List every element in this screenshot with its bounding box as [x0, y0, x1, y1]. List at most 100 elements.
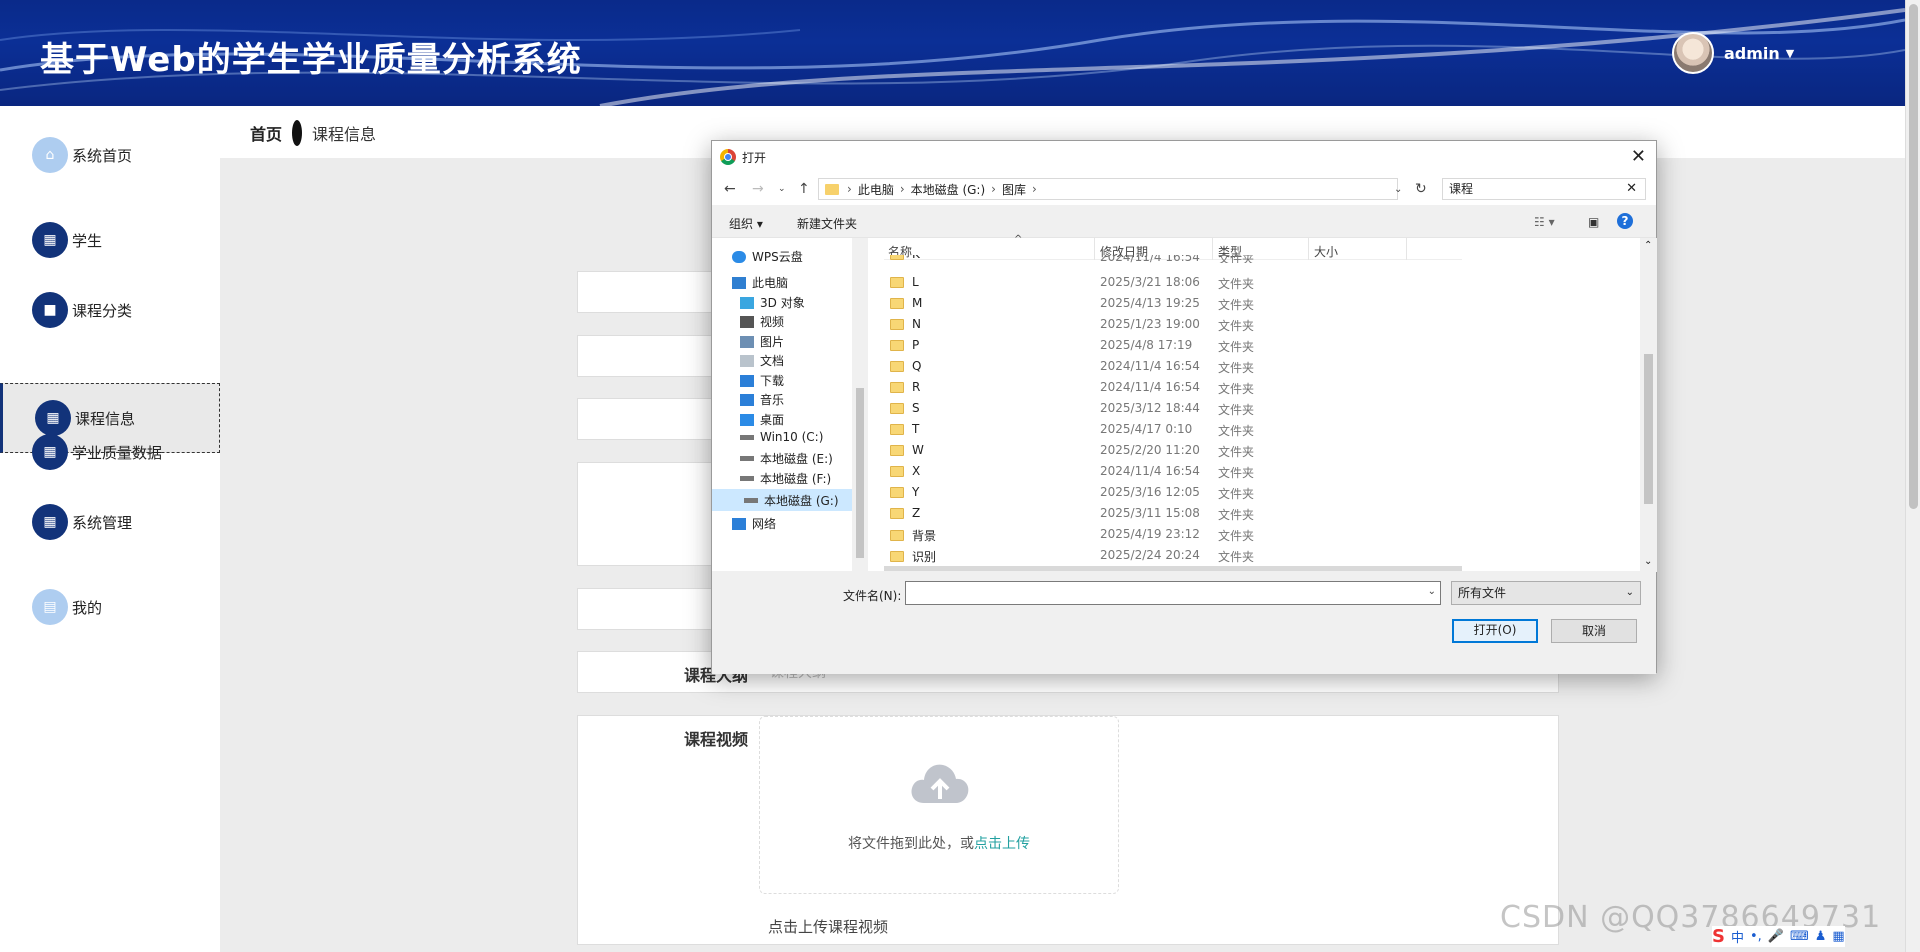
- file-date: 2025/2/20 11:20: [1100, 443, 1200, 457]
- nav-pane-item[interactable]: Win10 (C:): [740, 430, 823, 444]
- nav-pane-item[interactable]: 图片: [740, 333, 784, 350]
- breadcrumb-home[interactable]: 首页: [250, 121, 282, 145]
- file-row[interactable]: K 2024/11/4 16:54 文件夹: [884, 255, 1462, 263]
- new-folder-button[interactable]: 新建文件夹: [797, 215, 857, 232]
- ime-language[interactable]: 中: [1731, 927, 1744, 946]
- file-row[interactable]: 背景 2025/4/19 23:12 文件夹: [884, 524, 1462, 545]
- sidebar-item-quality-data[interactable]: ▦ 学业质量数据: [0, 417, 220, 487]
- ime-toolbar[interactable]: S 中 •, 🎤 ⌨ ♟ ▦: [1712, 926, 1845, 947]
- address-bar[interactable]: › 此电脑 › 本地磁盘 (G:) › 图库 ›: [818, 178, 1398, 200]
- username: admin: [1724, 43, 1780, 63]
- organize-button[interactable]: 组织 ▾: [729, 215, 763, 232]
- upload-link[interactable]: 点击上传: [974, 836, 1030, 852]
- course-video-row: 课程视频 将文件拖到此处，或点击上传 点击上传课程视频: [577, 715, 1559, 945]
- file-name: 背景: [890, 527, 936, 544]
- microphone-icon[interactable]: 🎤: [1768, 929, 1784, 944]
- file-type: 文件夹: [1218, 403, 1255, 417]
- clear-search-icon[interactable]: ✕: [1626, 179, 1637, 199]
- path-segment[interactable]: 本地磁盘 (G:): [911, 181, 986, 198]
- file-row[interactable]: Q 2024/11/4 16:54 文件夹: [884, 356, 1462, 377]
- folder-icon: [890, 297, 904, 309]
- refresh-icon[interactable]: ↻: [1415, 181, 1427, 197]
- path-segment[interactable]: 图库: [1002, 181, 1026, 198]
- file-row[interactable]: Y 2025/3/16 12:05 文件夹: [884, 482, 1462, 503]
- path-separator: ›: [1032, 182, 1037, 196]
- file-type: 文件夹: [1218, 466, 1255, 480]
- open-button[interactable]: 打开(O): [1452, 619, 1538, 643]
- view-options-icon[interactable]: ☷ ▾: [1534, 215, 1555, 229]
- close-icon[interactable]: ✕: [1631, 146, 1646, 167]
- file-type: 文件夹: [1218, 550, 1255, 564]
- recent-dropdown-icon[interactable]: ⌄: [778, 184, 786, 194]
- nav-pane-item[interactable]: 本地磁盘 (F:): [740, 470, 831, 487]
- dialog-titlebar: 打开 ✕: [712, 141, 1656, 173]
- upload-dropzone[interactable]: 将文件拖到此处，或点击上传: [759, 716, 1119, 894]
- file-name: W: [890, 443, 924, 457]
- file-row[interactable]: X 2024/11/4 16:54 文件夹: [884, 461, 1462, 482]
- help-icon[interactable]: ?: [1617, 213, 1633, 229]
- search-input[interactable]: 课程 ✕: [1442, 178, 1646, 200]
- filetype-select[interactable]: 所有文件 ⌄: [1451, 581, 1641, 605]
- cube-icon: [740, 296, 754, 309]
- file-row[interactable]: T 2025/4/17 0:10 文件夹: [884, 419, 1462, 440]
- sidebar-item-student[interactable]: ▦ 学生: [0, 205, 220, 275]
- music-icon: [740, 393, 754, 406]
- file-row[interactable]: M 2025/4/13 19:25 文件夹: [884, 293, 1462, 314]
- upload-text: 将文件拖到此处，或点击上传: [848, 836, 1030, 852]
- nav-pane-item[interactable]: 此电脑: [732, 274, 788, 291]
- nav-pane-label: 此电脑: [752, 276, 789, 290]
- grid-icon: ▦: [32, 504, 68, 540]
- nav-pane-item[interactable]: 3D 对象: [740, 294, 805, 311]
- preview-pane-icon[interactable]: ▣: [1588, 215, 1599, 229]
- nav-pane-item[interactable]: 视频: [740, 313, 784, 330]
- filename-dropdown-icon[interactable]: ⌄: [1428, 586, 1436, 597]
- page-scrollbar[interactable]: [1905, 0, 1920, 952]
- file-list-scrollbar[interactable]: ⌃ ⌄: [1640, 238, 1657, 572]
- address-dropdown-icon[interactable]: ⌄: [1394, 184, 1402, 195]
- nav-pane-item[interactable]: WPS云盘: [732, 248, 803, 265]
- sidebar-item-system-admin[interactable]: ▦ 系统管理: [0, 487, 220, 557]
- filename-input[interactable]: ⌄: [905, 581, 1441, 605]
- nav-pane-label: 文档: [760, 354, 785, 368]
- file-row[interactable]: P 2025/4/8 17:19 文件夹: [884, 335, 1462, 356]
- grid-icon[interactable]: ▦: [1832, 929, 1844, 944]
- file-name: X: [890, 464, 920, 478]
- file-row[interactable]: N 2025/1/23 19:00 文件夹: [884, 314, 1462, 335]
- forward-icon[interactable]: →: [752, 181, 764, 197]
- sidebar-item-mine[interactable]: ▤ 我的: [0, 572, 220, 642]
- file-row[interactable]: S 2025/3/12 18:44 文件夹: [884, 398, 1462, 419]
- shirt-icon[interactable]: ♟: [1815, 929, 1827, 944]
- scroll-down-icon[interactable]: ⌄: [1644, 556, 1652, 567]
- file-name: R: [890, 380, 920, 394]
- cancel-button[interactable]: 取消: [1551, 619, 1637, 643]
- nav-pane-item[interactable]: 本地磁盘 (E:): [740, 450, 833, 467]
- up-icon[interactable]: ↑: [798, 181, 810, 197]
- file-row[interactable]: W 2025/2/20 11:20 文件夹: [884, 440, 1462, 461]
- keyboard-icon[interactable]: ⌨: [1790, 929, 1809, 944]
- file-row[interactable]: Z 2025/3/11 15:08 文件夹: [884, 503, 1462, 524]
- navigation-pane-scrollbar[interactable]: [852, 238, 868, 572]
- scroll-up-icon[interactable]: ⌃: [1644, 240, 1652, 251]
- file-row[interactable]: 识别 2025/2/24 20:24 文件夹: [884, 545, 1462, 566]
- sidebar-item-system-home[interactable]: ⌂ 系统首页: [0, 120, 220, 190]
- user-menu[interactable]: admin ▼: [1672, 32, 1794, 74]
- sidebar-item-course-category[interactable]: ■ 课程分类: [0, 275, 220, 345]
- file-name: P: [890, 338, 919, 352]
- nav-pane-item[interactable]: 本地磁盘 (G:): [712, 489, 852, 511]
- nav-pane-item[interactable]: 音乐: [740, 391, 784, 408]
- path-segment[interactable]: 此电脑: [858, 181, 894, 198]
- folder-icon: [890, 402, 904, 414]
- file-row[interactable]: R 2024/11/4 16:54 文件夹: [884, 377, 1462, 398]
- file-row[interactable]: L 2025/3/21 18:06 文件夹: [884, 272, 1462, 293]
- nav-pane-item[interactable]: 下载: [740, 372, 784, 389]
- nav-pane-label: 网络: [752, 517, 777, 531]
- nav-pane-item[interactable]: 文档: [740, 352, 784, 369]
- sidebar-item-label: 系统首页: [72, 146, 133, 165]
- file-date: 2025/4/8 17:19: [1100, 338, 1193, 352]
- back-icon[interactable]: ←: [724, 181, 736, 197]
- grid-icon: ▦: [32, 434, 68, 470]
- nav-pane-item[interactable]: 桌面: [740, 411, 784, 428]
- cloud-icon: [732, 250, 746, 263]
- file-type: 文件夹: [1218, 487, 1255, 501]
- nav-pane-item[interactable]: 网络: [732, 515, 776, 532]
